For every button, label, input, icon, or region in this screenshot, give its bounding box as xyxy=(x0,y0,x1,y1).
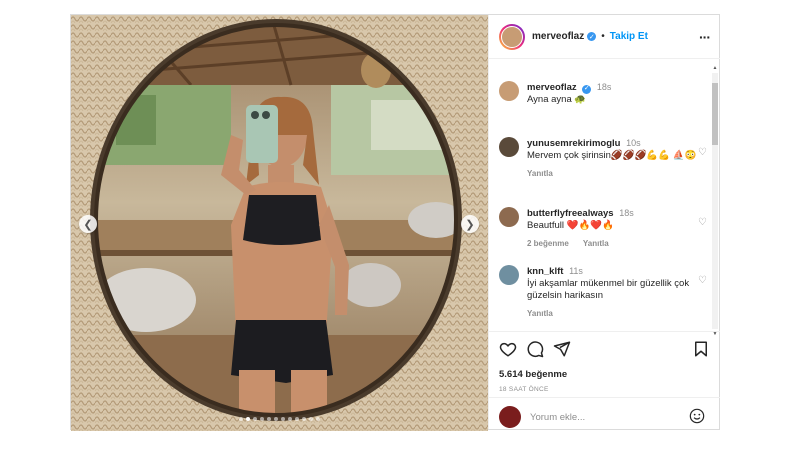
comment-time: 11s xyxy=(569,266,583,276)
caption-text: Ayna ayna 🐢 xyxy=(527,94,587,105)
share-icon[interactable] xyxy=(553,340,571,358)
carousel-dot[interactable] xyxy=(288,417,292,421)
instagram-post: ❮ ❯ merveoflaz ✓ • Takip Et ··· merveofl… xyxy=(70,14,720,431)
add-comment-bar: Yorum ekle... xyxy=(489,397,720,430)
avatar xyxy=(499,406,521,428)
comment-text: Mervem çok şirinsin🏈🏈🏈💪💪 ⛵😳 xyxy=(527,150,697,161)
carousel-dot[interactable] xyxy=(302,417,306,421)
comment-time: 18s xyxy=(619,208,634,218)
header-username[interactable]: merveoflaz xyxy=(532,31,584,42)
avatar[interactable] xyxy=(499,265,519,285)
carousel-dot[interactable] xyxy=(239,417,243,421)
more-icon[interactable]: ··· xyxy=(699,29,711,45)
post-time: 18 SAAT ÖNCE xyxy=(499,386,549,393)
bookmark-icon[interactable] xyxy=(692,340,710,358)
mirror-selfie-image xyxy=(71,15,488,431)
likes-count[interactable]: 5.614 beğenme xyxy=(499,369,567,380)
comment-text: Beautfull ❤️🔥❤️🔥 xyxy=(527,220,614,231)
carousel-dot[interactable] xyxy=(267,417,271,421)
comment-item: butterflyfreealways 18s Beautfull ❤️🔥❤️🔥… xyxy=(499,207,707,250)
carousel-dot[interactable] xyxy=(316,417,320,421)
caption: merveoflaz ✓ 18s Ayna ayna 🐢 xyxy=(499,81,699,106)
reply-button[interactable]: Yanıtla xyxy=(527,309,553,318)
comments-list: merveoflaz ✓ 18s Ayna ayna 🐢 yunusemreki… xyxy=(489,59,714,331)
comment-like-icon[interactable]: ♡ xyxy=(698,147,707,158)
comment-icon[interactable] xyxy=(526,340,544,358)
caption-username[interactable]: merveoflaz xyxy=(527,82,577,93)
avatar[interactable] xyxy=(499,207,519,227)
carousel-dot[interactable] xyxy=(281,417,285,421)
emoji-icon[interactable] xyxy=(689,408,705,424)
post-header: merveoflaz ✓ • Takip Et ··· xyxy=(489,15,720,59)
comment-username[interactable]: butterflyfreealways xyxy=(527,208,614,219)
comment-username[interactable]: knn_klft xyxy=(527,266,563,277)
avatar-ring[interactable] xyxy=(499,23,525,50)
avatar[interactable] xyxy=(499,81,519,101)
carousel-dot[interactable] xyxy=(246,417,250,421)
comments-scrollbar[interactable]: ▲ ▼ xyxy=(712,65,718,337)
reply-button[interactable]: Yanıtla xyxy=(583,239,609,248)
verified-icon: ✓ xyxy=(587,32,597,41)
scroll-thumb[interactable] xyxy=(712,83,718,145)
avatar[interactable] xyxy=(499,137,519,157)
comment-item: knn_klft 11s İyi akşamlar mükenmel bir g… xyxy=(499,265,707,320)
post-sidebar: merveoflaz ✓ • Takip Et ··· merveoflaz ✓… xyxy=(488,15,720,429)
comment-likes[interactable]: 2 beğenme xyxy=(527,239,569,248)
comment-time: 10s xyxy=(626,138,641,148)
carousel-dot[interactable] xyxy=(309,417,313,421)
reply-button[interactable]: Yanıtla xyxy=(527,169,553,178)
comment-item: yunusemrekirimoglu 10s Mervem çok şirins… xyxy=(499,137,707,180)
caption-time: 18s xyxy=(596,82,612,92)
post-photo[interactable]: ❮ ❯ xyxy=(71,15,488,431)
avatar xyxy=(501,25,523,48)
verified-icon: ✓ xyxy=(582,84,592,94)
header-separator: • xyxy=(601,31,605,42)
scroll-up-icon[interactable]: ▲ xyxy=(712,65,718,71)
heart-icon[interactable] xyxy=(499,340,517,358)
carousel-dot[interactable] xyxy=(260,417,264,421)
carousel-dot[interactable] xyxy=(253,417,257,421)
comment-text: İyi akşamlar mükenmel bir güzellik çok g… xyxy=(527,278,690,301)
action-bar xyxy=(489,331,720,362)
carousel-dots xyxy=(71,417,488,421)
carousel-dot[interactable] xyxy=(295,417,299,421)
comment-input[interactable]: Yorum ekle... xyxy=(530,412,585,423)
chevron-left-icon[interactable]: ❮ xyxy=(79,215,97,233)
comment-like-icon[interactable]: ♡ xyxy=(698,217,707,228)
chevron-right-icon[interactable]: ❯ xyxy=(461,215,479,233)
follow-button[interactable]: Takip Et xyxy=(610,31,648,42)
comment-like-icon[interactable]: ♡ xyxy=(698,275,707,286)
carousel-dot[interactable] xyxy=(274,417,278,421)
comment-username[interactable]: yunusemrekirimoglu xyxy=(527,138,620,149)
